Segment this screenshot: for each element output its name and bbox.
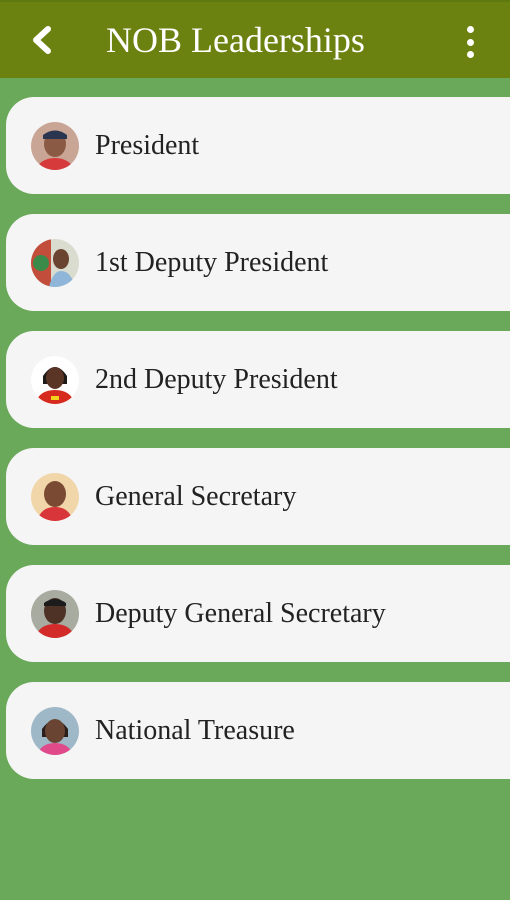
avatar (31, 472, 79, 521)
avatar (31, 121, 79, 170)
avatar (31, 355, 79, 404)
back-arrow-icon (33, 26, 51, 54)
leader-card-national-treasure[interactable]: National Treasure (6, 682, 510, 779)
leader-label: 2nd Deputy President (95, 363, 338, 395)
leader-card-deputy-general-secretary[interactable]: Deputy General Secretary (6, 565, 510, 662)
leader-label: Deputy General Secretary (95, 597, 386, 629)
leader-card-2nd-deputy-president[interactable]: 2nd Deputy President (6, 331, 510, 428)
avatar (31, 238, 79, 287)
leader-card-president[interactable]: President (6, 97, 510, 194)
leader-card-general-secretary[interactable]: General Secretary (6, 448, 510, 545)
leader-label: President (95, 129, 200, 161)
leader-label: General Secretary (95, 480, 297, 512)
page-title: NOB Leaderships (106, 20, 365, 60)
leadership-list: President 1st Deputy President 2nd Deput (6, 97, 510, 799)
more-vertical-icon (466, 26, 474, 33)
avatar (31, 589, 79, 638)
avatar (31, 706, 79, 755)
leader-label: National Treasure (95, 714, 295, 746)
app-bar: NOB Leaderships (0, 2, 510, 78)
overflow-menu-button[interactable] (458, 22, 482, 62)
leader-label: 1st Deputy President (95, 246, 329, 278)
leader-card-1st-deputy-president[interactable]: 1st Deputy President (6, 214, 510, 311)
back-button[interactable] (26, 22, 58, 58)
